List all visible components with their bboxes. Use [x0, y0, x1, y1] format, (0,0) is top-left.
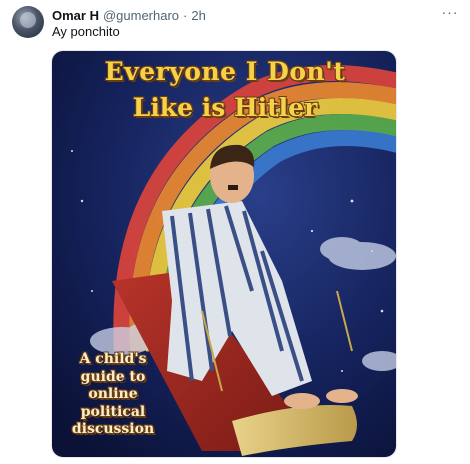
tweet: Omar H @gumerharo · 2h ··· Ay ponchito E…: [0, 0, 470, 464]
more-options-icon[interactable]: ···: [440, 4, 460, 20]
tweet-time[interactable]: 2h: [191, 8, 205, 23]
tweet-header: Omar H @gumerharo · 2h: [52, 6, 206, 24]
header-separator: ·: [183, 7, 188, 23]
meme-caption-top-line2: Like is Hitler: [132, 93, 318, 122]
meme-caption-bottom: A child's guide to online political disc…: [71, 351, 155, 437]
avatar[interactable]: [12, 6, 44, 38]
author-handle[interactable]: @gumerharo: [103, 8, 179, 23]
tweet-text: Ay ponchito: [52, 24, 120, 39]
author-name[interactable]: Omar H: [52, 8, 99, 23]
tweet-image[interactable]: Everyone I Don't Like is Hitler A child'…: [51, 50, 397, 458]
meme-caption-top-line1: Everyone I Don't: [104, 57, 346, 86]
